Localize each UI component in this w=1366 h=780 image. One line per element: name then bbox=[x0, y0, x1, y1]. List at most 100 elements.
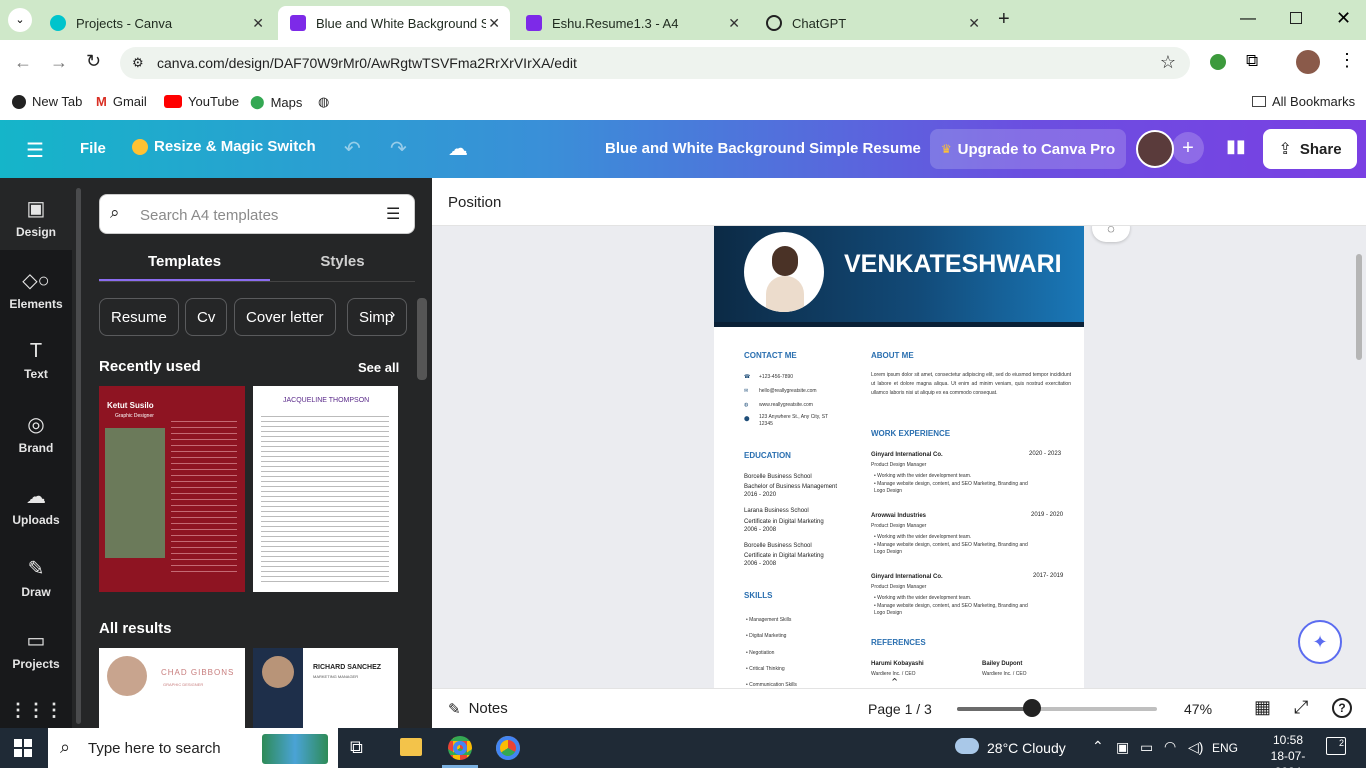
chrome-icon[interactable] bbox=[496, 736, 520, 760]
template-search-input[interactable]: ⌕ Search A4 templates ☰ bbox=[99, 194, 415, 234]
notification-icon[interactable]: 2 bbox=[1326, 737, 1346, 755]
resume-page[interactable]: VENKATESHWARI CONTACT ME ☎ +123-456-7890… bbox=[714, 226, 1084, 688]
minimize-button[interactable]: — bbox=[1240, 10, 1256, 28]
bookmark-maps[interactable]: ⬤ Maps bbox=[250, 94, 302, 110]
add-collaborator-button[interactable]: + bbox=[1172, 132, 1204, 164]
close-icon[interactable]: ✕ bbox=[968, 15, 980, 32]
tab-search-button[interactable]: ⌄ bbox=[8, 8, 32, 32]
clock[interactable]: 10:58 18-07-2024 bbox=[1258, 732, 1318, 780]
chip-simple[interactable]: Simp bbox=[347, 298, 407, 336]
rail-elements[interactable]: ◇○ Elements bbox=[0, 268, 72, 311]
all-bookmarks[interactable]: All Bookmarks bbox=[1252, 94, 1355, 109]
rail-label: Projects bbox=[12, 657, 60, 671]
tab-projects[interactable]: Projects - Canva ✕ bbox=[38, 6, 274, 40]
wifi-icon[interactable]: ◠ bbox=[1164, 738, 1176, 755]
page-indicator[interactable]: Page 1 / 3 bbox=[868, 701, 932, 717]
bookmark-star-icon[interactable]: ☆ bbox=[1160, 52, 1176, 73]
upgrade-button[interactable]: ♛ Upgrade to Canva Pro bbox=[930, 129, 1126, 169]
work-company: Arowwai Industries bbox=[871, 513, 927, 519]
chip-cover-letter[interactable]: Cover letter bbox=[234, 298, 336, 336]
chip-cv[interactable]: Cv bbox=[185, 298, 228, 336]
tab-blue-white-resume[interactable]: Blue and White Background Sir ✕ bbox=[278, 6, 510, 40]
cloud-save-icon[interactable]: ☁ bbox=[448, 136, 468, 161]
position-button[interactable]: Position bbox=[448, 194, 501, 211]
template-thumb-jacqueline[interactable]: JACQUELINE THOMPSON bbox=[253, 386, 398, 592]
share-button[interactable]: ⇪ Share bbox=[1263, 129, 1357, 169]
forward-icon[interactable]: → bbox=[50, 52, 68, 73]
skill-label: Digital Marketing bbox=[749, 633, 787, 639]
redo-icon[interactable]: ↷ bbox=[390, 136, 407, 161]
site-info-icon[interactable]: ⚙ bbox=[132, 55, 144, 71]
new-tab-button[interactable]: + bbox=[998, 8, 1010, 31]
rail-draw[interactable]: ✎ Draw bbox=[0, 556, 72, 599]
language-indicator[interactable]: ENG bbox=[1212, 741, 1238, 755]
chip-resume[interactable]: Resume bbox=[99, 298, 179, 336]
filter-icon[interactable]: ☰ bbox=[386, 204, 400, 224]
tab-styles[interactable]: Styles bbox=[270, 244, 415, 282]
tray-chevron-icon[interactable]: ⌃ bbox=[1092, 738, 1104, 755]
chevron-up-icon[interactable]: ⌃ bbox=[890, 676, 899, 688]
zoom-slider-track[interactable] bbox=[957, 699, 1157, 717]
windows-start-icon[interactable] bbox=[14, 739, 32, 757]
template-thumb-richard[interactable]: RICHARD SANCHEZ MARKETING MANAGER bbox=[253, 648, 398, 728]
taskbar-search[interactable]: ⌕ Type here to search bbox=[48, 728, 338, 768]
tab-eshu-resume[interactable]: Eshu.Resume1.3 - A4 ✕ bbox=[514, 6, 750, 40]
profile-photo[interactable] bbox=[744, 232, 824, 312]
analytics-icon[interactable]: ▮▮ bbox=[1226, 136, 1246, 157]
rail-uploads[interactable]: ☁ Uploads bbox=[0, 484, 72, 527]
resize-button[interactable]: Resize & Magic Switch bbox=[132, 138, 316, 155]
bookmark-youtube[interactable]: YouTube bbox=[164, 94, 239, 109]
collaborator-avatar[interactable] bbox=[1136, 130, 1174, 168]
zoom-level[interactable]: 47% bbox=[1184, 701, 1212, 717]
hamburger-menu-icon[interactable]: ☰ bbox=[26, 138, 44, 163]
fullscreen-icon[interactable]: ⤢ bbox=[1294, 697, 1308, 718]
help-icon[interactable]: ? bbox=[1332, 698, 1352, 718]
bookmark-gmail[interactable]: M Gmail bbox=[96, 94, 147, 109]
chrome-icon[interactable] bbox=[448, 736, 472, 760]
close-icon[interactable]: ✕ bbox=[252, 15, 264, 32]
panel-scrollbar-right[interactable] bbox=[417, 298, 427, 380]
bookmark-globe[interactable]: ◍ bbox=[318, 94, 329, 110]
zoom-slider-thumb[interactable] bbox=[1023, 699, 1041, 717]
weather-icon[interactable] bbox=[955, 738, 979, 754]
reload-icon[interactable]: ↻ bbox=[86, 51, 101, 72]
close-window-button[interactable]: ✕ bbox=[1336, 8, 1351, 29]
file-menu[interactable]: File bbox=[80, 140, 106, 157]
close-icon[interactable]: ✕ bbox=[488, 15, 500, 32]
canvas-scrollbar[interactable] bbox=[1356, 254, 1362, 360]
chevron-right-icon[interactable]: › bbox=[390, 306, 395, 324]
template-thumb-chad[interactable]: CHAD GIBBONS GRAPHIC DESIGNER bbox=[99, 648, 245, 728]
grid-view-icon[interactable]: ▦ bbox=[1254, 697, 1271, 718]
close-icon[interactable]: ✕ bbox=[728, 15, 740, 32]
see-all-link[interactable]: See all bbox=[358, 360, 399, 375]
tray-meet-icon[interactable]: ▣ bbox=[1116, 739, 1129, 756]
rail-design[interactable]: ▣ Design bbox=[0, 196, 72, 239]
extensions-puzzle-icon[interactable]: ⧉ bbox=[1246, 51, 1258, 71]
volume-icon[interactable]: ◁) bbox=[1188, 739, 1203, 756]
tab-templates[interactable]: Templates bbox=[99, 244, 270, 282]
battery-icon[interactable]: ▭ bbox=[1140, 739, 1153, 756]
comment-bubble-icon[interactable]: ◌ bbox=[1092, 226, 1130, 242]
rail-text[interactable]: T Text bbox=[0, 340, 72, 381]
magic-assistant-button[interactable]: ✦ bbox=[1298, 620, 1342, 664]
rail-brand[interactable]: ◎ Brand bbox=[0, 412, 72, 455]
task-view-icon[interactable]: ⧉ bbox=[350, 737, 363, 758]
menu-dots-icon[interactable]: ⋮ bbox=[1338, 50, 1356, 71]
back-icon[interactable]: ← bbox=[14, 52, 32, 73]
rail-projects[interactable]: ▭ Projects bbox=[0, 628, 72, 671]
resume-name[interactable]: VENKATESHWARI bbox=[844, 250, 1062, 279]
apps-grid-icon[interactable]: ⋮⋮⋮ bbox=[0, 700, 72, 721]
file-explorer-icon[interactable] bbox=[400, 738, 422, 756]
weather-text[interactable]: 28°C Cloudy bbox=[987, 740, 1066, 756]
extension-icon[interactable] bbox=[1210, 54, 1226, 70]
undo-icon[interactable]: ↶ bbox=[344, 136, 361, 161]
template-thumb-ketut[interactable]: Ketut Susilo Graphic Designer bbox=[99, 386, 245, 592]
tab-chatgpt[interactable]: ChatGPT ✕ bbox=[754, 6, 990, 40]
panel-scrollbar[interactable] bbox=[76, 188, 81, 724]
restore-button[interactable] bbox=[1290, 12, 1302, 24]
profile-avatar[interactable] bbox=[1296, 50, 1320, 74]
url-field[interactable]: ⚙ canva.com/design/DAF70W9rMr0/AwRgtwTSV… bbox=[120, 47, 1190, 79]
notes-button[interactable]: ✎ Notes bbox=[448, 700, 508, 718]
bookmark-new-tab[interactable]: New Tab bbox=[12, 94, 82, 109]
design-title[interactable]: Blue and White Background Simple Resume bbox=[605, 140, 921, 157]
